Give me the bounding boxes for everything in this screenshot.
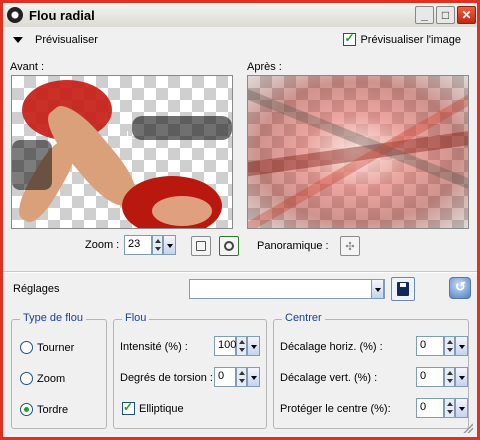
preview-image-checkbox-row[interactable]: Prévisualiser l'image: [343, 31, 461, 46]
elliptic-label: Elliptique: [139, 402, 184, 415]
center-group: Centrer Décalage horiz. (%) : 0 Décalage…: [273, 312, 469, 429]
preview-image-label: Prévisualiser l'image: [360, 33, 461, 46]
maximize-button[interactable]: □: [436, 6, 455, 24]
presets-combo[interactable]: [189, 279, 385, 299]
blur-group: Flou Intensité (%) : 100 Degrés de torsi…: [113, 312, 267, 429]
blur-title: Flou: [122, 312, 150, 324]
blur-type-group: Type de flou Tourner Zoom Tordre: [11, 312, 107, 429]
magnifier-icon: [224, 241, 234, 251]
presets-label: Réglages: [13, 283, 60, 295]
zoom-label: Zoom :: [85, 239, 120, 251]
pan-label: Panoramique :: [257, 240, 329, 252]
crosshair-icon: [127, 131, 128, 145]
zoom-dropdown-button[interactable]: [163, 235, 176, 255]
dark-region: [132, 116, 232, 140]
protect-center-label: Protéger le centre (%):: [280, 403, 391, 415]
preview-header: Prévisualiser Prévisualiser l'image: [3, 27, 477, 53]
presets-dropdown-button[interactable]: [371, 279, 384, 299]
h-offset-dropdown-button[interactable]: [455, 336, 468, 356]
radio-tordre-label: Tordre: [37, 403, 69, 416]
radio-button[interactable]: [20, 372, 33, 385]
v-offset-label: Décalage vert. (%) :: [280, 372, 378, 384]
before-preview[interactable]: [11, 75, 233, 229]
zoom-tool-button[interactable]: [219, 236, 239, 256]
radio-zoom-label: Zoom: [37, 372, 66, 385]
preview-image-checkbox[interactable]: [343, 31, 357, 46]
before-label: Avant :: [10, 61, 45, 73]
radio-tourner[interactable]: Tourner: [20, 341, 74, 354]
separator: [3, 271, 477, 273]
torsion-dropdown-button[interactable]: [247, 367, 260, 387]
elliptic-checkbox[interactable]: [122, 400, 135, 415]
pan-button[interactable]: ✣: [340, 236, 360, 256]
torsion-input[interactable]: 0: [214, 367, 236, 387]
radio-tourner-label: Tourner: [37, 341, 75, 354]
protect-center-input[interactable]: 0: [416, 398, 444, 418]
h-offset-spinner[interactable]: [444, 336, 455, 356]
protect-center-spinner[interactable]: [444, 398, 455, 418]
fit-to-window-button[interactable]: [191, 236, 211, 256]
collapse-triangle-icon[interactable]: [13, 37, 23, 43]
v-offset-dropdown-button[interactable]: [455, 367, 468, 387]
expand-icon: [196, 241, 206, 251]
zoom-input[interactable]: 23: [124, 235, 152, 255]
after-preview: [247, 75, 469, 229]
resize-grip[interactable]: [463, 423, 473, 433]
dialog-window: Flou radial _ □ ✕ Prévisualiser Prévisua…: [0, 0, 480, 440]
save-preset-button[interactable]: [391, 277, 415, 301]
h-offset-input[interactable]: 0: [416, 336, 444, 356]
title-bar[interactable]: Flou radial _ □ ✕: [3, 3, 477, 27]
dialog-body: Prévisualiser Prévisualiser l'image Avan…: [3, 27, 477, 437]
intensity-label: Intensité (%) :: [120, 341, 188, 353]
minimize-button[interactable]: _: [415, 6, 434, 24]
v-offset-input[interactable]: 0: [416, 367, 444, 387]
radio-button[interactable]: [20, 341, 33, 354]
blur-type-title: Type de flou: [20, 312, 86, 324]
window-title: Flou radial: [29, 7, 95, 23]
protect-center-dropdown-button[interactable]: [455, 398, 468, 418]
preview-toggle-label[interactable]: Prévisualiser: [35, 34, 98, 46]
close-button[interactable]: ✕: [457, 6, 476, 24]
torsion-spinner[interactable]: [236, 367, 247, 387]
reset-button[interactable]: [449, 277, 471, 299]
intensity-dropdown-button[interactable]: [247, 336, 260, 356]
after-label: Après :: [247, 61, 282, 73]
radio-zoom[interactable]: Zoom: [20, 372, 65, 385]
intensity-spinner[interactable]: [236, 336, 247, 356]
radio-button[interactable]: [20, 403, 33, 416]
torsion-label: Degrés de torsion :: [120, 372, 213, 384]
h-offset-label: Décalage horiz. (%) :: [280, 341, 383, 353]
dark-region: [12, 140, 52, 190]
v-offset-spinner[interactable]: [444, 367, 455, 387]
presets-row: Réglages: [3, 275, 477, 305]
zoom-spinner[interactable]: [152, 235, 163, 255]
skin-region: [152, 196, 212, 226]
radio-tordre[interactable]: Tordre: [20, 403, 68, 416]
intensity-input[interactable]: 100: [214, 336, 236, 356]
center-title: Centrer: [282, 312, 325, 324]
app-icon: [7, 7, 23, 23]
elliptic-checkbox-row[interactable]: Elliptique: [122, 400, 184, 415]
